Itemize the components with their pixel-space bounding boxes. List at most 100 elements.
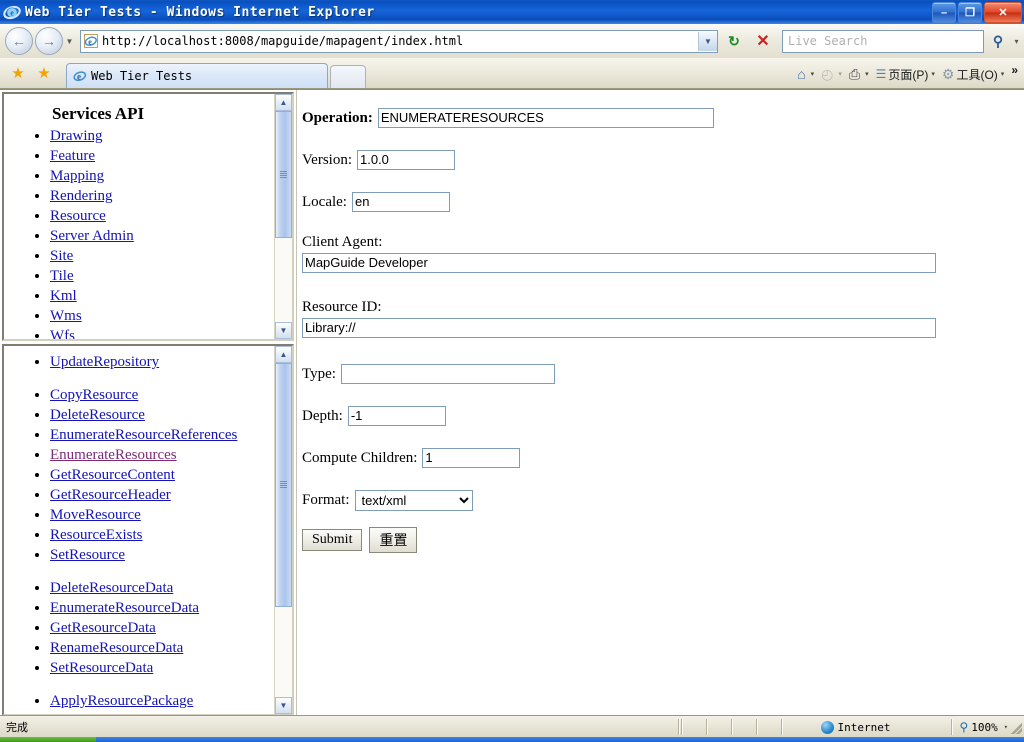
list-item: SetResource [50, 545, 275, 565]
scroll-up-icon[interactable]: ▲ [275, 94, 292, 111]
address-bar[interactable]: e http://localhost:8008/mapguide/mapagen… [80, 29, 718, 53]
commandbar-overflow-button[interactable]: » [1009, 62, 1020, 87]
minimize-button[interactable]: – [932, 2, 956, 23]
magnifier-icon: ⚲ [959, 720, 969, 734]
refresh-button[interactable]: ↻ [721, 29, 747, 54]
form-buttons: Submit 重置 [302, 527, 1022, 553]
resource-id-label: Resource ID: [302, 299, 382, 315]
operation-link-getresourceheader[interactable]: GetResourceHeader [50, 487, 171, 503]
back-button[interactable]: ← [5, 27, 33, 55]
resize-grip-icon[interactable] [1008, 720, 1022, 734]
page-menu-button[interactable]: ☰ 页面(P) ▾ [874, 62, 937, 86]
depth-input[interactable] [347, 406, 446, 426]
services-link-tile[interactable]: Tile [50, 268, 74, 284]
scroll-thumb[interactable] [275, 111, 292, 238]
resource-id-input[interactable] [302, 318, 936, 338]
services-link-rendering[interactable]: Rendering [50, 188, 112, 204]
operation-link-resourceexists[interactable]: ResourceExists [50, 527, 142, 543]
list-item: Wms [50, 306, 275, 326]
tab-web-tier-tests[interactable]: e Web Tier Tests [66, 63, 328, 88]
operation-link-enumerateresources[interactable]: EnumerateResources [50, 447, 177, 463]
services-link-feature[interactable]: Feature [50, 148, 95, 164]
gear-icon: ⚙ [941, 65, 955, 82]
client-agent-input[interactable] [302, 253, 936, 273]
submit-button[interactable]: Submit [302, 529, 363, 551]
print-button[interactable]: ⎙ ▾ [847, 62, 871, 86]
scroll-thumb[interactable] [275, 363, 292, 607]
services-link-server-admin[interactable]: Server Admin [50, 228, 134, 244]
add-to-favorites-icon[interactable]: ★ [34, 63, 54, 83]
version-input[interactable] [357, 150, 455, 170]
services-link-site[interactable]: Site [50, 248, 73, 264]
operation-link-deleteresourcedata[interactable]: DeleteResourceData [50, 580, 173, 596]
security-zone-cell[interactable]: Internet [820, 720, 890, 734]
list-item: Resource [50, 206, 275, 226]
operation-input[interactable] [377, 108, 714, 128]
operation-link-applyresourcepackage[interactable]: ApplyResourcePackage [50, 693, 193, 709]
address-dropdown-icon[interactable]: ▼ [698, 31, 717, 51]
new-tab-button[interactable] [330, 65, 366, 88]
chevron-down-icon[interactable]: ▾ [931, 70, 935, 78]
services-link-drawing[interactable]: Drawing [50, 128, 103, 144]
operation-link-enumerateresourcereferences[interactable]: EnumerateResourceReferences [50, 427, 237, 443]
scroll-down-icon[interactable]: ▼ [275, 322, 292, 339]
operation-link-copyresource[interactable]: CopyResource [50, 387, 138, 403]
search-provider-dropdown-icon[interactable]: ▾ [1010, 37, 1023, 46]
locale-input[interactable] [351, 192, 450, 212]
scroll-grip-icon [280, 170, 287, 178]
chevron-down-icon[interactable]: ▾ [811, 70, 815, 78]
svg-text:e: e [77, 72, 81, 82]
services-link-resource[interactable]: Resource [50, 208, 106, 224]
list-item: CopyResource [50, 385, 275, 405]
stop-button[interactable]: ✕ [750, 29, 776, 54]
search-input[interactable]: Live Search [782, 29, 984, 53]
address-url-text: http://localhost:8008/mapguide/mapagent/… [102, 34, 464, 48]
restore-button[interactable]: ❐ [958, 2, 982, 23]
home-icon: ⌂ [797, 66, 806, 82]
services-api-scrollbar[interactable]: ▲ ▼ [274, 94, 292, 339]
zoom-level-cell[interactable]: ⚲ 100% ▾ [959, 720, 1008, 734]
format-select[interactable]: text/xml [354, 490, 473, 511]
operation-link-setresource[interactable]: SetResource [50, 547, 125, 563]
operation-link-getresourcedata[interactable]: GetResourceData [50, 620, 156, 636]
operation-link-renameresourcedata[interactable]: RenameResourceData [50, 640, 183, 656]
forward-button[interactable]: → [35, 27, 63, 55]
operation-link-moveresource[interactable]: MoveResource [50, 507, 141, 523]
tools-menu-button[interactable]: ⚙ 工具(O) ▾ [940, 62, 1006, 86]
services-link-wms[interactable]: Wms [50, 308, 82, 324]
type-input[interactable] [340, 364, 555, 384]
services-link-wfs[interactable]: Wfs [50, 328, 75, 339]
operation-link-enumerateresourcedata[interactable]: EnumerateResourceData [50, 600, 199, 616]
scroll-up-icon[interactable]: ▲ [275, 346, 292, 363]
home-button[interactable]: ⌂ ▾ [795, 62, 816, 86]
favorites-center-icon[interactable]: ★ [8, 63, 28, 83]
list-item: GetResourceHeader [50, 485, 275, 505]
compute-children-input[interactable] [422, 448, 521, 468]
reset-button[interactable]: 重置 [369, 527, 418, 553]
services-link-mapping[interactable]: Mapping [50, 168, 104, 184]
history-dropdown-icon[interactable]: ▼ [63, 37, 76, 46]
operation-link-deleteresource[interactable]: DeleteResource [50, 407, 145, 423]
operations-scrollbar[interactable]: ▲ ▼ [274, 346, 292, 714]
operation-link-setresourcedata[interactable]: SetResourceData [50, 660, 153, 676]
close-button[interactable]: ✕ [984, 2, 1022, 23]
scroll-track[interactable] [275, 111, 292, 322]
chevron-down-icon[interactable]: ▾ [838, 70, 842, 78]
services-link-kml[interactable]: Kml [50, 288, 77, 304]
request-form-frame: Operation: Version: Locale: Client Agent… [296, 90, 1022, 716]
operation-link-getresourcecontent[interactable]: GetResourceContent [50, 467, 175, 483]
operation-link-updaterepository[interactable]: UpdateRepository [50, 354, 159, 370]
search-go-icon[interactable]: ⚲ [986, 30, 1010, 53]
list-item: Site [50, 246, 275, 266]
feeds-button[interactable]: ◴ ▾ [819, 62, 844, 86]
scroll-down-icon[interactable]: ▼ [275, 697, 292, 714]
list-item: Drawing [50, 126, 275, 146]
scroll-track[interactable] [275, 363, 292, 697]
chevron-down-icon[interactable]: ▾ [1001, 70, 1005, 78]
start-button[interactable] [0, 737, 96, 742]
format-label: Format: [302, 492, 350, 508]
tab-bar: ★ ★ e Web Tier Tests ⌂ ▾ ◴ ▾ ⎙ ▾ ☰ 页面(P)… [0, 58, 1024, 89]
chevron-down-icon[interactable]: ▾ [865, 70, 869, 78]
